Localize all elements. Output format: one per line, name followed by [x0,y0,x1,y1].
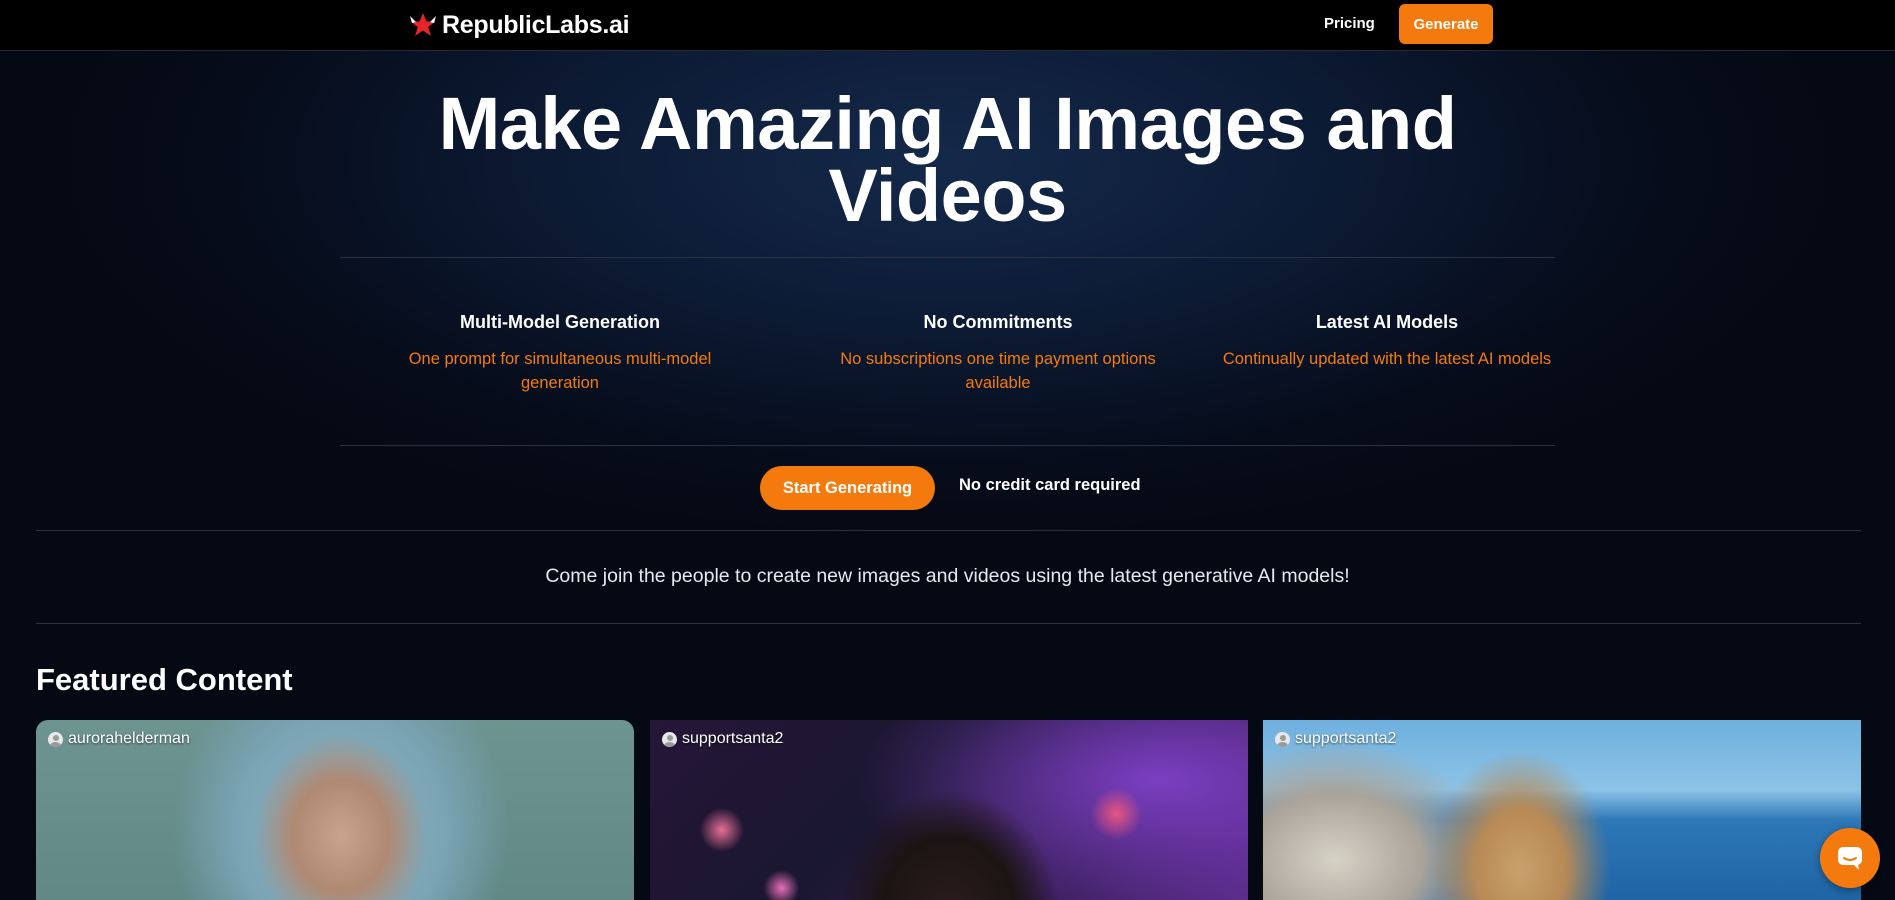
chat-bubble-icon [1838,847,1862,870]
feature-description: No subscriptions one time payment option… [840,350,1156,392]
user-avatar-icon [662,731,677,747]
feature-title: Multi-Model Generation [460,312,660,332]
divider-cta [36,530,1861,531]
divider-top [340,257,1555,258]
featured-card[interactable]: aurorahelderman [36,720,634,900]
hero-title-line-1: Make Amazing AI Images and [438,82,1457,165]
nav-pricing-link[interactable]: Pricing [1324,15,1375,32]
divider-features [340,445,1555,446]
card-username: aurorahelderman [68,730,190,747]
feature-latest-models: Latest AI Models Continually updated wit… [1217,312,1557,371]
featured-content-title: Featured Content [36,662,293,697]
nav-generate-button[interactable]: Generate [1399,4,1493,44]
divider-join [36,623,1861,624]
republiclabs-logo-icon [410,13,436,36]
user-avatar-icon [1275,731,1290,747]
hero-title-line-2: Videos [828,154,1067,237]
feature-title: Latest AI Models [1315,312,1459,332]
featured-card[interactable]: supportsanta2 [1263,720,1861,900]
top-navigation-bar: RepublicLabs.ai Pricing Generate [0,0,1895,51]
logo-text: RepublicLabs.ai [442,10,630,39]
chat-widget-button[interactable] [1820,828,1880,888]
card-author[interactable]: aurorahelderman [48,730,190,748]
featured-card[interactable]: supportsanta2 [650,720,1248,900]
no-credit-card-note: No credit card required [959,476,1141,494]
card-author[interactable]: supportsanta2 [662,730,783,748]
logo-link[interactable]: RepublicLabs.ai [408,8,630,42]
card-author[interactable]: supportsanta2 [1275,730,1396,748]
feature-description: One prompt for simultaneous multi-model … [408,350,712,392]
card-username: supportsanta2 [682,730,784,747]
feature-description: Continually updated with the latest AI m… [1222,350,1552,368]
user-avatar-icon [48,731,63,747]
hero-title: Make Amazing AI Images and Videos [340,87,1555,233]
card-username: supportsanta2 [1295,730,1397,747]
join-text: Come join the people to create new image… [545,565,1350,587]
feature-no-commitments: No Commitments No subscriptions one time… [828,312,1168,395]
feature-title: No Commitments [923,312,1073,332]
feature-multi-model: Multi-Model Generation One prompt for si… [390,312,730,395]
start-generating-button[interactable]: Start Generating [760,466,935,510]
